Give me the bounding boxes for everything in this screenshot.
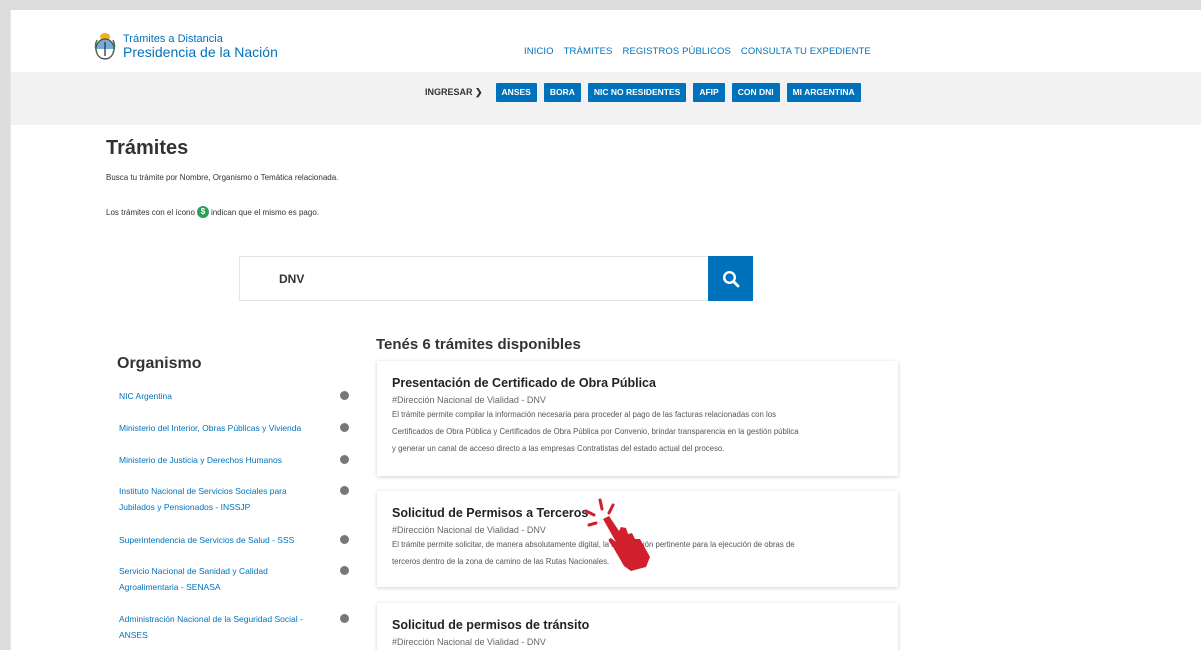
sidebar-item-senasa[interactable]: Servicio Nacional de Sanidad y Calidad A… [119,563,349,595]
result-description-line: y generar un canal de acceso directo a l… [392,444,725,453]
site-header: Trámites a Distancia Presidencia de la N… [11,10,1201,72]
result-card[interactable]: Solicitud de Permisos a Terceros #Direcc… [377,491,898,587]
result-description-line: Certificados de Obra Pública y Certifica… [392,427,799,436]
search-input[interactable] [239,256,708,301]
sidebar-title: Organismo [117,355,202,372]
nav-consulta-expediente[interactable]: CONSULTA TU EXPEDIENTE [741,46,871,57]
search-bar [239,256,753,301]
login-nic-no-residentes-button[interactable]: NIC NO RESIDENTES [587,83,687,102]
result-title[interactable]: Presentación de Certificado de Obra Públ… [392,376,883,390]
logo-subtitle: Presidencia de la Nación [123,43,278,60]
nav-registros-publicos[interactable]: REGISTROS PÚBLICOS [622,46,730,57]
count-badge-icon [340,423,349,432]
sidebar-item-label: Ministerio del Interior, Obras Públicas … [119,423,302,433]
intro-text: Busca tu trámite por Nombre, Organismo o… [106,173,339,182]
page-title: Trámites [106,137,189,159]
site-logo[interactable]: Trámites a Distancia Presidencia de la N… [94,32,278,60]
pay-note-before: Los trámites con el ícono [106,207,195,217]
result-title[interactable]: Solicitud de permisos de tránsito [392,618,883,632]
count-badge-icon [340,614,349,623]
result-title[interactable]: Solicitud de Permisos a Terceros [392,506,883,520]
sidebar-item-sss[interactable]: Superintendencia de Servicios de Salud -… [119,532,349,548]
result-organismo: #Dirección Nacional de Vialidad - DNV [392,637,546,647]
results-count-title: Tenés 6 trámites disponibles [376,336,581,353]
result-card[interactable]: Presentación de Certificado de Obra Públ… [377,361,898,476]
sidebar-item-ministerio-justicia[interactable]: Ministerio de Justicia y Derechos Humano… [119,452,349,468]
search-button[interactable] [708,256,753,301]
sidebar-item-label: Instituto Nacional de Servicios Sociales… [119,486,287,512]
browser-page: Trámites a Distancia Presidencia de la N… [10,10,1201,650]
sidebar-item-anses[interactable]: Administración Nacional de la Seguridad … [119,611,357,643]
logo-title: Trámites a Distancia [123,32,223,45]
count-badge-icon [340,391,349,400]
sidebar-item-label: Ministerio de Justicia y Derechos Humano… [119,455,282,465]
login-bar: INGRESAR ❯ ANSES BORA NIC NO RESIDENTES … [11,72,1201,125]
result-description: El trámite permite solicitar, de manera … [392,536,883,570]
result-organismo: #Dirección Nacional de Vialidad - DNV [392,525,546,535]
result-card[interactable]: Solicitud de permisos de tránsito #Direc… [377,603,898,650]
sidebar-item-inssjp[interactable]: Instituto Nacional de Servicios Sociales… [119,483,349,515]
result-description-line: terceros dentro de la zona de camino de … [392,557,610,566]
login-con-dni-button[interactable]: CON DNI [731,83,780,102]
ingresar-label: INGRESAR ❯ [425,87,483,97]
nav-tramites[interactable]: TRÁMITES [564,46,613,57]
sidebar-item-label: Superintendencia de Servicios de Salud -… [119,535,295,545]
sidebar-item-ministerio-interior[interactable]: Ministerio del Interior, Obras Públicas … [119,420,349,436]
main-nav: INICIO TRÁMITES REGISTROS PÚBLICOS CONSU… [524,46,871,57]
search-icon [722,270,739,287]
pay-note-after: indican que el mismo es pago. [210,207,319,217]
nav-inicio[interactable]: INICIO [524,46,554,57]
pay-note: Los trámites con el ícono $ indican que … [106,206,319,218]
pay-dollar-icon: $ [196,206,209,218]
count-badge-icon [340,566,349,575]
result-description-line: El trámite permite compilar la informaci… [392,410,776,419]
argentina-coat-of-arms-icon [94,32,116,60]
login-anses-button[interactable]: ANSES [495,83,537,102]
sidebar-item-label: Servicio Nacional de Sanidad y Calidad A… [119,566,268,592]
login-mi-argentina-button[interactable]: MI ARGENTINA [786,83,861,102]
count-badge-icon [340,486,349,495]
result-description-line: El trámite permite solicitar, de manera … [392,540,795,549]
sidebar-item-label: Administración Nacional de la Seguridad … [119,614,303,640]
sidebar-item-nic-argentina[interactable]: NIC Argentina [119,388,349,404]
result-description: El trámite permite compilar la informaci… [392,406,883,457]
result-organismo: #Dirección Nacional de Vialidad - DNV [392,395,546,405]
count-badge-icon [340,455,349,464]
login-bora-button[interactable]: BORA [543,83,581,102]
login-afip-button[interactable]: AFIP [693,83,725,102]
sidebar-item-label: NIC Argentina [119,391,172,401]
count-badge-icon [340,535,349,544]
